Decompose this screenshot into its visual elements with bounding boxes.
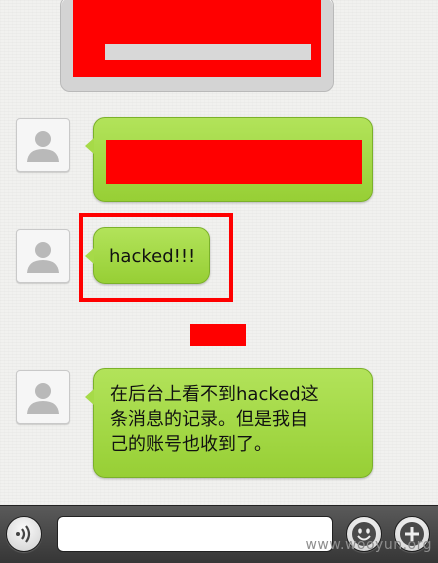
message-bubble[interactable]	[85, 117, 373, 202]
message-line: 己的账号也收到了。	[110, 434, 272, 455]
avatar[interactable]	[16, 370, 70, 424]
redaction-block	[73, 0, 321, 77]
chat-area: hacked!!! 在后台上看不到hacked这 条消息的记录。但是我自 己的账…	[0, 0, 438, 505]
message-input[interactable]	[57, 516, 333, 552]
default-user-icon	[27, 242, 59, 273]
voice-icon	[16, 525, 31, 543]
bubble-tail	[85, 389, 94, 405]
default-user-icon	[27, 131, 59, 162]
avatar[interactable]	[16, 118, 70, 172]
redaction-block	[106, 140, 362, 184]
default-user-icon	[27, 383, 59, 414]
watermark: www.wooyun.org	[305, 537, 432, 553]
highlight-box	[79, 213, 233, 302]
input-toolbar	[0, 505, 438, 563]
image-message[interactable]	[60, 0, 334, 92]
avatar[interactable]	[16, 229, 70, 283]
message-line: 在后台上看不到hacked这	[110, 384, 319, 405]
message-line: 条消息的记录。但是我自	[110, 409, 308, 430]
timestamp-redaction	[190, 324, 246, 346]
bubble-tail	[85, 138, 94, 154]
message-bubble[interactable]: 在后台上看不到hacked这 条消息的记录。但是我自 己的账号也收到了。	[85, 368, 373, 478]
voice-button[interactable]	[6, 516, 42, 552]
image-caption-strip	[105, 44, 311, 60]
